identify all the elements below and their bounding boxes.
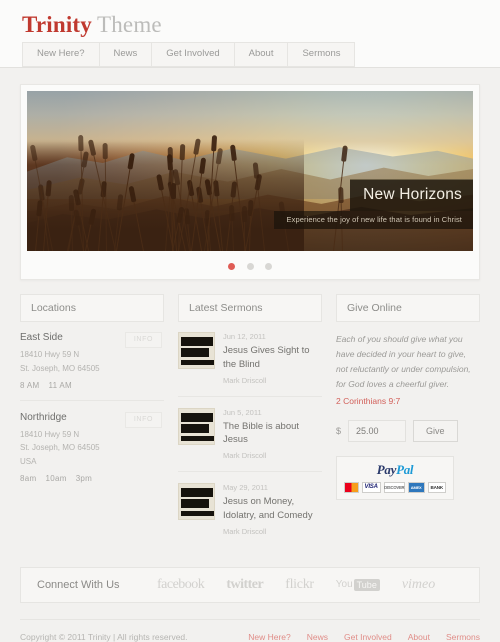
nav-item-get-involved[interactable]: Get Involved: [152, 42, 235, 67]
twitter-icon[interactable]: twitter: [226, 577, 263, 593]
youtube-icon[interactable]: You Tube: [335, 578, 380, 591]
social-bar: Connect With Us facebook twitter flickr …: [20, 566, 480, 603]
hero-slider: New Horizons Experience the joy of new l…: [20, 84, 480, 280]
hero-image[interactable]: New Horizons Experience the joy of new l…: [27, 91, 473, 251]
content-columns: Locations INFO East Side 18410 Hwy 59 N …: [20, 294, 480, 547]
copyright-text: Copyright © 2011 Trinity | All rights re…: [20, 631, 188, 642]
bank-icon: BANK: [427, 481, 446, 493]
give-heading: Give Online: [336, 294, 480, 322]
paypal-pal: Pal: [396, 461, 414, 477]
location-address-line1: 18410 Hwy 59 N: [20, 350, 80, 359]
give-amount-row: $ Give: [336, 419, 480, 442]
location-item: INFO East Side 18410 Hwy 59 N St. Joseph…: [20, 332, 164, 400]
footer-navigation: New Here? News Get Involved About Sermon…: [248, 632, 480, 642]
location-service-times: 8 AM 11 AM: [20, 381, 164, 390]
location-address-line1: 18410 Hwy 59 N: [20, 429, 80, 439]
grass-blade: [132, 196, 145, 251]
location-info-button[interactable]: INFO: [124, 332, 162, 348]
logo-brand: Trinity: [22, 12, 92, 37]
sermon-title[interactable]: Jesus Gives Sight to the Blind: [223, 344, 322, 372]
amex-icon: AMEX: [407, 481, 425, 493]
discover-icon: DISCOVER: [383, 481, 405, 493]
footer-link-about[interactable]: About: [408, 632, 430, 642]
flickr-icon[interactable]: flickr: [285, 577, 314, 593]
sermon-date: May 29, 2011: [223, 483, 268, 493]
location-item: INFO Northridge 18410 Hwy 59 N St. Josep…: [20, 399, 164, 493]
page-root: Trinity Theme New Here? News Get Involved…: [0, 0, 500, 642]
accepted-cards: VISA DISCOVER AMEX BANK: [344, 481, 446, 493]
sermon-thumbnail-icon[interactable]: [178, 407, 215, 445]
social-label: Connect With Us: [37, 578, 120, 591]
sermon-item[interactable]: Jun 5, 2011 The Bible is about Jesus Mar…: [178, 395, 322, 472]
sermons-column: Latest Sermons Jun 12, 2011 Jesus Gives …: [178, 294, 322, 547]
youtube-you-text: You: [335, 579, 353, 591]
social-icons: facebook twitter flickr You Tube vimeo: [157, 577, 435, 593]
service-time: 8 AM: [20, 380, 40, 390]
footer-link-get-involved[interactable]: Get Involved: [344, 632, 392, 642]
locations-column: Locations INFO East Side 18410 Hwy 59 N …: [20, 294, 164, 547]
main-navigation: New Here? News Get Involved About Sermon…: [22, 42, 356, 67]
locations-heading: Locations: [20, 294, 164, 322]
sermons-heading: Latest Sermons: [178, 294, 322, 322]
slider-dots: [27, 251, 473, 273]
nav-item-about[interactable]: About: [234, 42, 289, 67]
logo-sub: Theme: [96, 12, 162, 37]
slider-dot-2[interactable]: [246, 263, 254, 270]
footer-link-sermons[interactable]: Sermons: [446, 632, 480, 642]
sermon-thumbnail-icon[interactable]: [178, 332, 215, 369]
mastercard-icon: [344, 481, 359, 493]
footer-link-news[interactable]: News: [307, 632, 328, 642]
service-time: 10am: [45, 473, 67, 483]
location-service-times: 8am 10am 3pm: [20, 474, 164, 483]
nav-item-news[interactable]: News: [99, 42, 153, 67]
slider-dot-3[interactable]: [264, 263, 272, 270]
grass-blade: [332, 156, 345, 251]
location-address-line2: St. Joseph, MO 64505: [20, 443, 100, 453]
youtube-tube-text: Tube: [353, 578, 380, 591]
sermon-title[interactable]: Jesus on Money, Idolatry, and Comedy: [223, 495, 322, 523]
sermon-item[interactable]: Jun 12, 2011 Jesus Gives Sight to the Bl…: [178, 332, 322, 396]
sermon-date: Jun 5, 2011: [223, 407, 262, 417]
grass-blade: [35, 211, 40, 251]
site-header: Trinity Theme New Here? News Get Involved…: [0, 0, 500, 68]
sermon-date: Jun 12, 2011: [223, 332, 266, 341]
site-footer: Copyright © 2011 Trinity | All rights re…: [20, 618, 480, 642]
give-column: Give Online Each of you should give what…: [336, 294, 480, 547]
location-address-line3: USA: [20, 457, 37, 466]
grass-silhouettes: [27, 131, 348, 251]
service-time: 3pm: [75, 473, 93, 483]
location-info-button[interactable]: INFO: [124, 411, 162, 428]
give-scripture-quote: Each of you should give what you have de…: [336, 334, 471, 389]
visa-icon: VISA: [361, 481, 381, 493]
sermon-item[interactable]: May 29, 2011 Jesus on Money, Idolatry, a…: [178, 471, 322, 547]
sermon-author: Mark Driscoll: [223, 375, 267, 385]
grass-blade: [231, 216, 235, 251]
grass-blade: [245, 185, 259, 251]
nav-item-new-here[interactable]: New Here?: [22, 42, 100, 67]
hero-subtitle: Experience the joy of new life that is f…: [273, 211, 473, 229]
service-time: 11 AM: [48, 380, 73, 390]
site-logo[interactable]: Trinity Theme: [22, 12, 478, 38]
paypal-pay: Pay: [376, 461, 397, 477]
sermon-thumbnail-icon[interactable]: [178, 483, 215, 521]
slider-dot-1[interactable]: [228, 263, 236, 270]
currency-symbol: $: [336, 425, 342, 436]
location-address-line2: St. Joseph, MO 64505: [20, 363, 100, 373]
sermon-title[interactable]: The Bible is about Jesus: [223, 420, 322, 448]
give-amount-input[interactable]: [348, 419, 407, 442]
footer-link-new-here[interactable]: New Here?: [248, 632, 291, 642]
paypal-logo: PayPal: [344, 462, 446, 478]
paypal-badge[interactable]: PayPal VISA DISCOVER AMEX BANK: [336, 455, 454, 500]
service-time: 8am: [20, 473, 37, 483]
nav-item-sermons[interactable]: Sermons: [288, 42, 356, 67]
give-button[interactable]: Give: [413, 419, 458, 442]
sermon-author: Mark Driscoll: [223, 526, 267, 536]
vimeo-icon[interactable]: vimeo: [402, 577, 435, 593]
facebook-icon[interactable]: facebook: [157, 577, 205, 593]
give-scripture-reference[interactable]: 2 Corinthians 9:7: [336, 396, 480, 406]
hero-title: New Horizons: [350, 179, 473, 211]
grass-blade: [233, 155, 247, 251]
sermon-author: Mark Driscoll: [223, 451, 267, 461]
